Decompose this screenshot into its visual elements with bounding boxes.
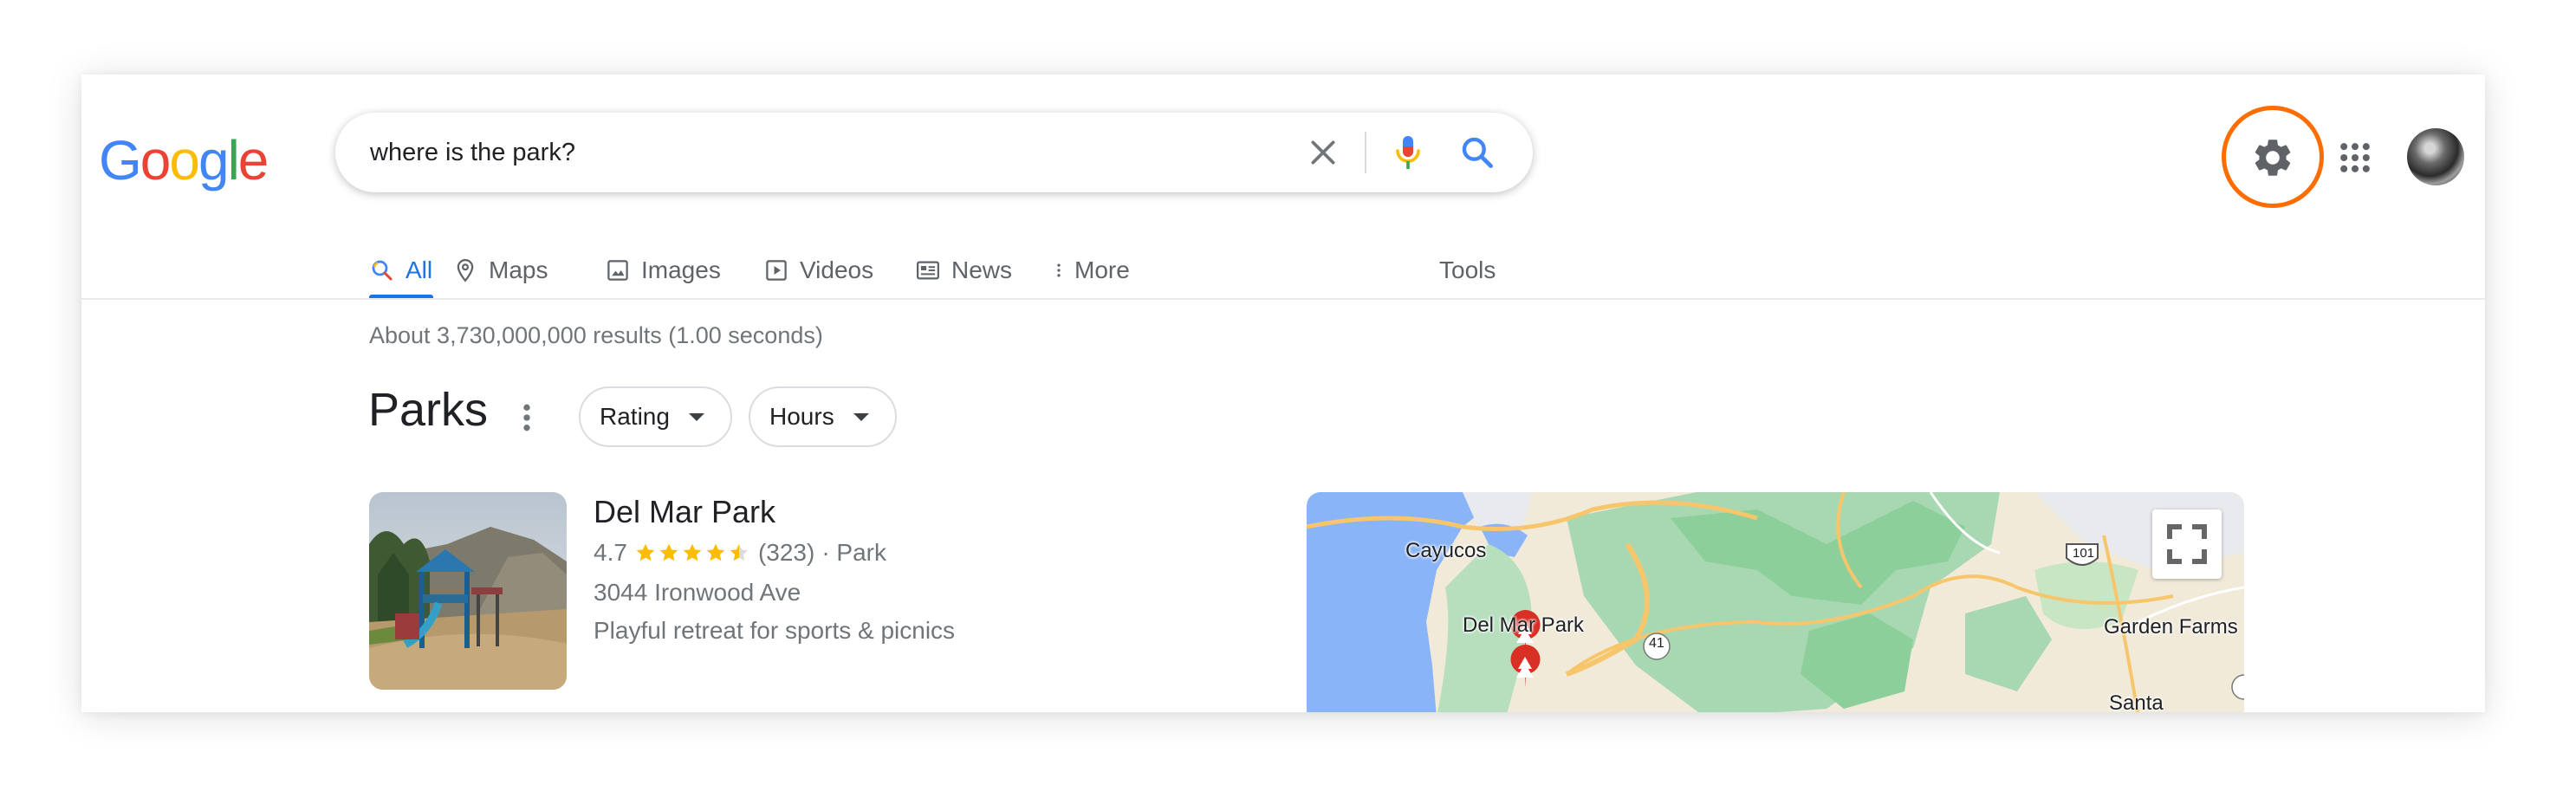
video-icon	[766, 260, 787, 281]
place-description: Playful retreat for sports & picnics	[594, 617, 956, 644]
result-stats: About 3,730,000,000 results (1.00 second…	[369, 322, 823, 348]
tab-all[interactable]: All	[369, 244, 432, 296]
search-results-window: Google where is the park? All Maps Image…	[81, 75, 2485, 712]
map-label-del-mar-park: Del Mar Park	[1463, 613, 1585, 637]
tab-more[interactable]: More	[1050, 244, 1130, 296]
star-rating	[634, 542, 751, 564]
news-icon	[917, 261, 939, 280]
tab-label: All	[406, 256, 433, 283]
star-icon	[730, 543, 749, 561]
tools-button[interactable]: Tools	[1439, 244, 1496, 296]
tab-news[interactable]: News	[915, 244, 1012, 296]
search-box[interactable]: where is the park?	[335, 113, 1533, 192]
star-icon	[659, 543, 678, 561]
logo-letter: o	[169, 129, 200, 191]
place-category: · Park	[821, 539, 886, 566]
map-fullscreen-button[interactable]	[2152, 509, 2222, 579]
tab-label: News	[951, 256, 1013, 283]
map-label-santa: Santa	[2109, 691, 2164, 712]
local-pack-title: Parks	[368, 384, 489, 436]
gear-icon[interactable]	[2250, 135, 2295, 180]
caret-down-icon	[688, 412, 704, 421]
rating-filter-chip[interactable]: Rating	[579, 386, 732, 447]
rating-line: 4.7 (323) · Park	[594, 539, 886, 567]
map-label-cayucos: Cayucos	[1405, 539, 1487, 562]
chip-label: Hours	[769, 403, 834, 430]
chip-label: Rating	[600, 403, 670, 430]
logo-letter: l	[227, 129, 240, 191]
avatar[interactable]	[2407, 128, 2464, 185]
highway-41-label: 41	[1649, 636, 1664, 651]
kebab-icon[interactable]	[515, 400, 539, 435]
tab-label: Videos	[800, 256, 874, 283]
star-icon	[706, 543, 725, 561]
image-icon	[607, 260, 628, 281]
search-icon[interactable]	[1458, 133, 1496, 172]
park-photo[interactable]	[369, 492, 567, 690]
logo-letter: e	[237, 129, 269, 191]
map-label-garden-farms: Garden Farms	[2104, 615, 2238, 639]
hours-filter-chip[interactable]: Hours	[749, 386, 897, 447]
place-name[interactable]: Del Mar Park	[594, 494, 775, 530]
map-preview[interactable]: Cayucos Del Mar Park Garden Farms Santa …	[1307, 492, 2244, 712]
search-input[interactable]: where is the park?	[370, 113, 575, 192]
tabs-divider	[81, 298, 2485, 300]
logo-letter: o	[140, 129, 172, 191]
star-icon	[636, 543, 655, 561]
google-logo[interactable]: Google	[99, 128, 269, 192]
fullscreen-icon	[2167, 524, 2207, 564]
tab-label: Images	[641, 256, 721, 283]
highway-101-label: 101	[2073, 546, 2095, 561]
mic-icon[interactable]	[1387, 132, 1429, 173]
apps-grid-icon[interactable]	[2336, 139, 2374, 177]
logo-letter: g	[198, 129, 230, 191]
tab-label: Maps	[489, 256, 548, 283]
tab-videos[interactable]: Videos	[763, 244, 873, 296]
place-address: 3044 Ironwood Ave	[594, 579, 801, 606]
rating-value: 4.7	[594, 539, 627, 566]
tab-maps[interactable]: Maps	[452, 244, 548, 296]
star-icon	[683, 543, 702, 561]
tab-images[interactable]: Images	[605, 244, 721, 296]
map-canvas[interactable]	[1307, 492, 2244, 712]
kebab-icon	[1057, 263, 1061, 277]
map-pin-icon	[457, 258, 474, 282]
review-count[interactable]: (323)	[758, 539, 814, 567]
search-icon	[372, 260, 393, 281]
logo-letter: G	[99, 129, 142, 191]
search-divider	[1365, 132, 1366, 173]
close-icon[interactable]	[1306, 135, 1340, 170]
tab-label: More	[1074, 256, 1130, 283]
caret-down-icon	[853, 412, 869, 421]
